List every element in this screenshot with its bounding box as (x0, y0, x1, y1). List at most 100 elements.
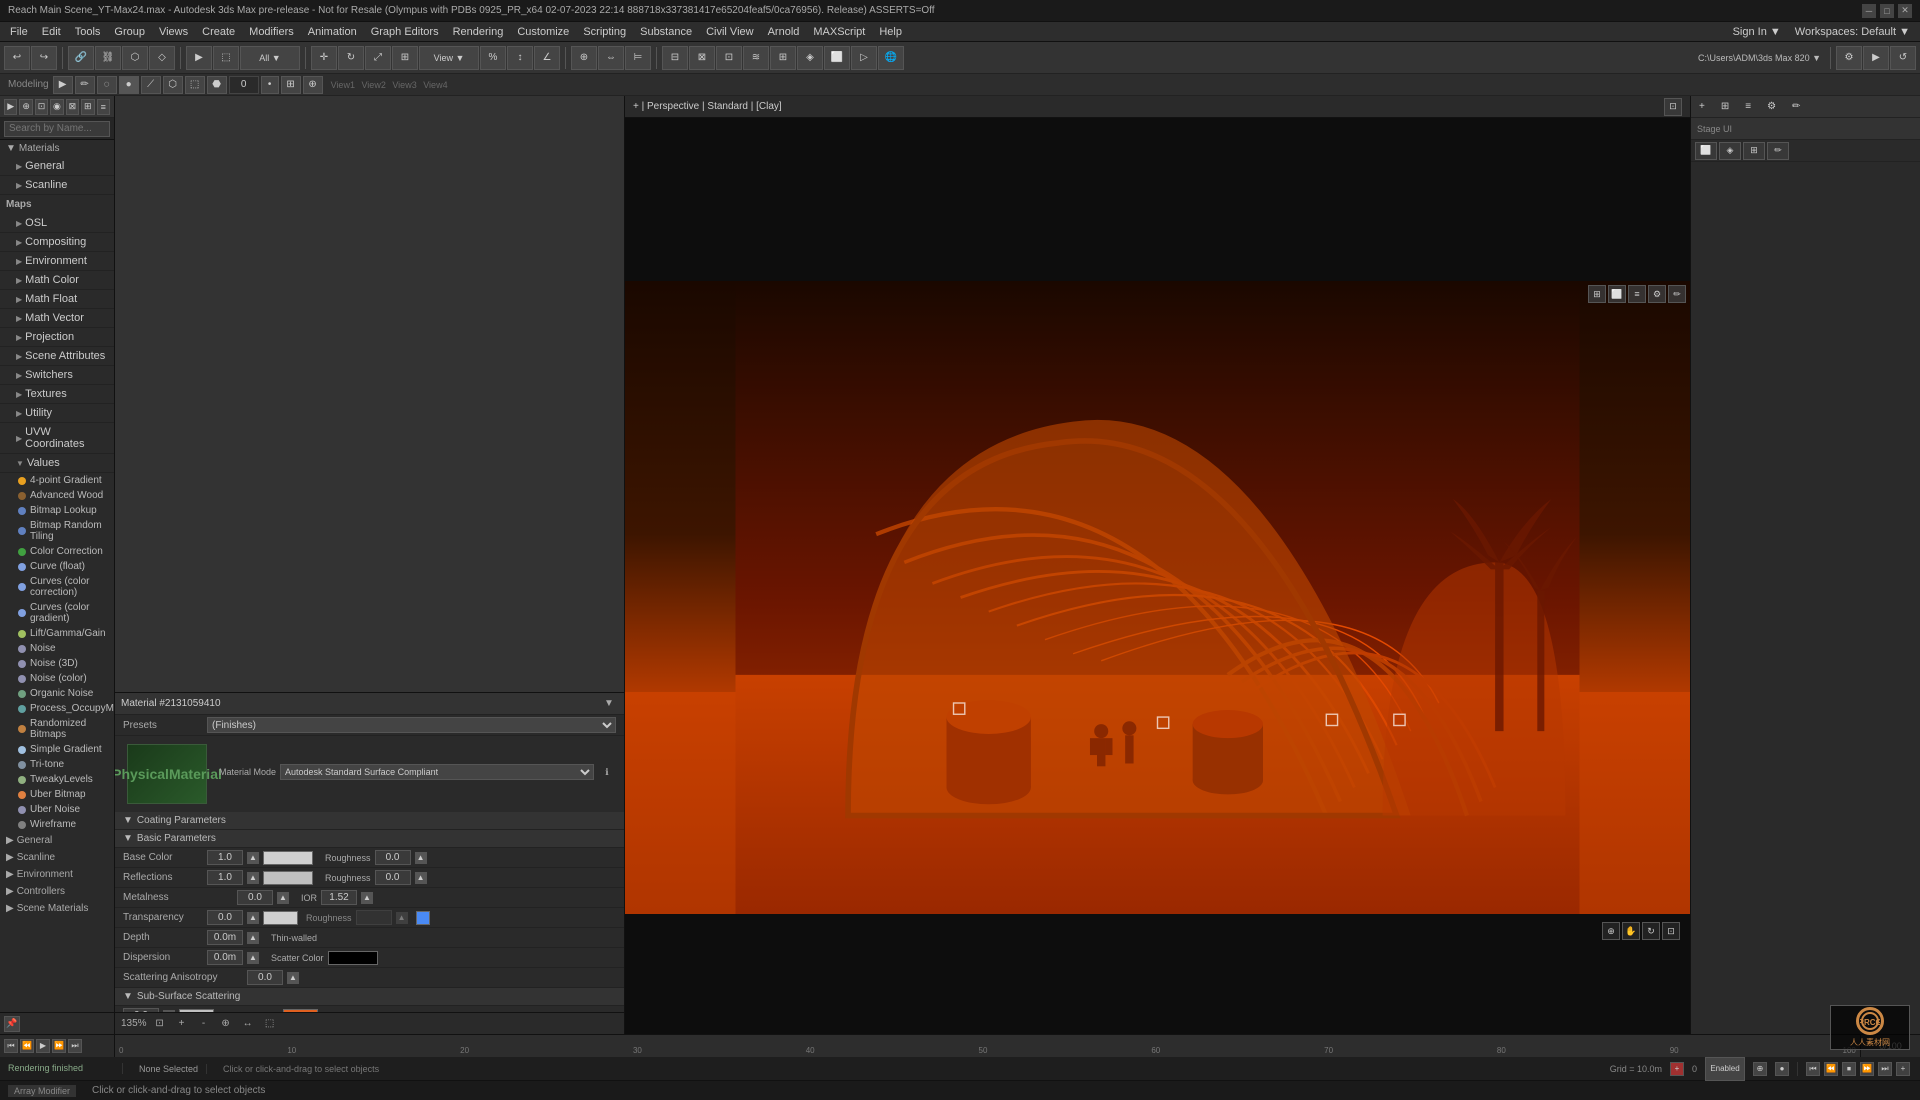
refl-spinner[interactable]: ▲ (247, 872, 259, 884)
render-frame-btn[interactable]: ⬜ (824, 46, 850, 70)
link-button[interactable]: 🔗 (68, 46, 94, 70)
add-key-btn[interactable]: + (1670, 1062, 1684, 1076)
tree-switchers[interactable]: ▶ Switchers (0, 366, 114, 385)
menu-file[interactable]: File (4, 24, 34, 40)
move-button[interactable]: ✛ (311, 46, 337, 70)
value-item[interactable]: 4-point Gradient (0, 473, 114, 488)
tree-general[interactable]: ▶ General (0, 157, 114, 176)
undo-button[interactable]: ↩ (4, 46, 30, 70)
tree-controllers[interactable]: ▶ Controllers (0, 883, 114, 900)
sign-in-button[interactable]: Sign In ▼ (1727, 24, 1787, 40)
pan-nav[interactable]: ✋ (1622, 922, 1640, 940)
redo-button[interactable]: ↪ (31, 46, 57, 70)
basic-params-section[interactable]: ▼ Basic Parameters (115, 830, 624, 848)
menu-animation[interactable]: Animation (302, 24, 363, 40)
align-btn[interactable]: ⊨ (625, 46, 651, 70)
render-setup-btn[interactable]: ⚙ (1836, 46, 1862, 70)
base-color-spinner-up[interactable]: ▲ (247, 852, 259, 864)
refl-roughness-value[interactable] (375, 870, 411, 885)
scatter-color-swatch[interactable] (328, 951, 378, 965)
menu-rendering[interactable]: Rendering (447, 24, 510, 40)
right-sub-tab1[interactable]: ⬜ (1695, 142, 1717, 160)
search-input[interactable] (4, 121, 110, 137)
stop-bottom[interactable]: ⏹ (1842, 1062, 1856, 1076)
tree-values[interactable]: ▼ Values (0, 454, 114, 473)
nav-btn1[interactable]: ⊕ (217, 1015, 235, 1033)
viewport-maximize[interactable]: ⊡ (1664, 98, 1682, 116)
base-color-swatch[interactable] (263, 851, 313, 865)
workspace-selector[interactable]: Workspaces: Default ▼ (1789, 24, 1916, 40)
value-item[interactable]: Bitmap Random Tiling (0, 518, 114, 544)
vp-tool3[interactable]: ≡ (1628, 285, 1646, 303)
view4-tab[interactable]: View4 (423, 80, 447, 90)
mode-btn[interactable]: • (261, 76, 279, 94)
nav-btn2[interactable]: ↔ (239, 1015, 257, 1033)
bind2-button[interactable]: ◇ (149, 46, 175, 70)
tree-compositing[interactable]: ▶ Compositing (0, 233, 114, 252)
value-item[interactable]: Noise (color) (0, 671, 114, 686)
left-tool4[interactable]: ◉ (50, 99, 63, 115)
refl-color-swatch[interactable] (263, 871, 313, 885)
view2-tab[interactable]: View2 (361, 80, 385, 90)
right-tab1[interactable]: + (1691, 99, 1713, 114)
render-prod-btn[interactable]: ▶ (1863, 46, 1889, 70)
disp-spinner[interactable]: ▲ (247, 952, 259, 964)
value-item[interactable]: Bitmap Lookup (0, 503, 114, 518)
value-item[interactable]: TweakyLevels (0, 772, 114, 787)
vp-tool4[interactable]: ⚙ (1648, 285, 1666, 303)
layer3-btn[interactable]: ⊡ (716, 46, 742, 70)
select-tool[interactable]: ▶ (53, 76, 73, 94)
right-sub-tab4[interactable]: ✏ (1767, 142, 1789, 160)
value-item[interactable]: Process_OccupyMap (0, 701, 114, 716)
right-sub-tab2[interactable]: ◈ (1719, 142, 1741, 160)
zoom-out[interactable]: - (195, 1015, 213, 1033)
pivot-btn[interactable]: ⊕ (571, 46, 597, 70)
base-color-value[interactable] (207, 850, 243, 865)
transp-rough-spinner[interactable]: ▲ (396, 912, 408, 924)
left-tool1[interactable]: ▶ (4, 99, 17, 115)
prev-bottom[interactable]: ⏪ (1824, 1062, 1838, 1076)
menu-create[interactable]: Create (196, 24, 241, 40)
material-mode-select[interactable]: Autodesk Standard Surface Compliant (280, 764, 594, 780)
value-item[interactable]: Lift/Gamma/Gain (0, 626, 114, 641)
tree-projection[interactable]: ▶ Projection (0, 328, 114, 347)
presets-select[interactable]: (Finishes) (207, 717, 616, 733)
filter-dropdown[interactable]: All ▼ (240, 46, 300, 70)
element-btn[interactable]: ⬣ (207, 76, 227, 94)
roughness-spinner[interactable]: ▲ (415, 852, 427, 864)
roughness-value[interactable] (375, 850, 411, 865)
metalness-value[interactable] (237, 890, 273, 905)
material-btn[interactable]: ◈ (797, 46, 823, 70)
tree-math-color[interactable]: ▶ Math Color (0, 271, 114, 290)
timeline-track[interactable]: 0102030405060708090100 (115, 1035, 1860, 1057)
tree-scene-attr[interactable]: ▶ Scene Attributes (0, 347, 114, 366)
right-tab3[interactable]: ≡ (1737, 99, 1759, 114)
render-iter-btn[interactable]: ↺ (1890, 46, 1916, 70)
timeline-next[interactable]: ⏩ (52, 1039, 66, 1053)
menu-edit[interactable]: Edit (36, 24, 67, 40)
tree-math-vector[interactable]: ▶ Math Vector (0, 309, 114, 328)
value-item[interactable]: Simple Gradient (0, 742, 114, 757)
tree-utility[interactable]: ▶ Utility (0, 404, 114, 423)
tree-math-float[interactable]: ▶ Math Float (0, 290, 114, 309)
ior-value[interactable] (321, 890, 357, 905)
menu-views[interactable]: Views (153, 24, 194, 40)
menu-tools[interactable]: Tools (69, 24, 107, 40)
viewport-3d[interactable]: ⊞ ⬜ ≡ ⚙ ✏ (625, 281, 1690, 914)
menu-maxscript[interactable]: MAXScript (807, 24, 871, 40)
ior-spinner[interactable]: ▲ (361, 892, 373, 904)
value-item[interactable]: Advanced Wood (0, 488, 114, 503)
refl-rough-spinner[interactable]: ▲ (415, 872, 427, 884)
vp-tool5[interactable]: ✏ (1668, 285, 1686, 303)
paint-tool[interactable]: ✏ (75, 76, 95, 94)
timeline-end[interactable]: ⏭ (68, 1039, 82, 1053)
select-button[interactable]: ▶ (186, 46, 212, 70)
place-button[interactable]: ⊞ (392, 46, 418, 70)
metalness-spinner[interactable]: ▲ (277, 892, 289, 904)
orbit-nav[interactable]: ↻ (1642, 922, 1660, 940)
sss-section[interactable]: ▼ Sub-Surface Scattering (115, 988, 624, 1006)
pin-button[interactable]: 📌 (4, 1016, 20, 1032)
zoom-in[interactable]: + (173, 1015, 191, 1033)
material-header-close[interactable]: ▼ (600, 695, 618, 713)
scatter-aniso-value[interactable] (247, 970, 283, 985)
